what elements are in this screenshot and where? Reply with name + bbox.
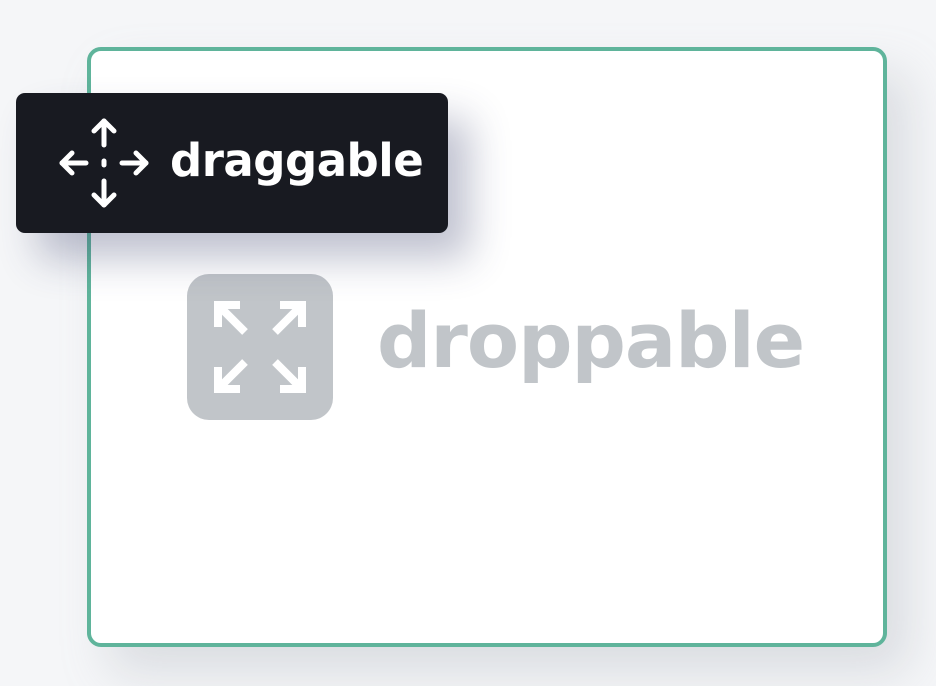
expand-icon — [187, 274, 333, 420]
draggable-item[interactable]: draggable — [16, 93, 448, 233]
draggable-label: draggable — [170, 133, 424, 187]
droppable-content: droppable — [187, 274, 805, 420]
droppable-label: droppable — [377, 296, 805, 385]
move-icon — [58, 117, 150, 209]
